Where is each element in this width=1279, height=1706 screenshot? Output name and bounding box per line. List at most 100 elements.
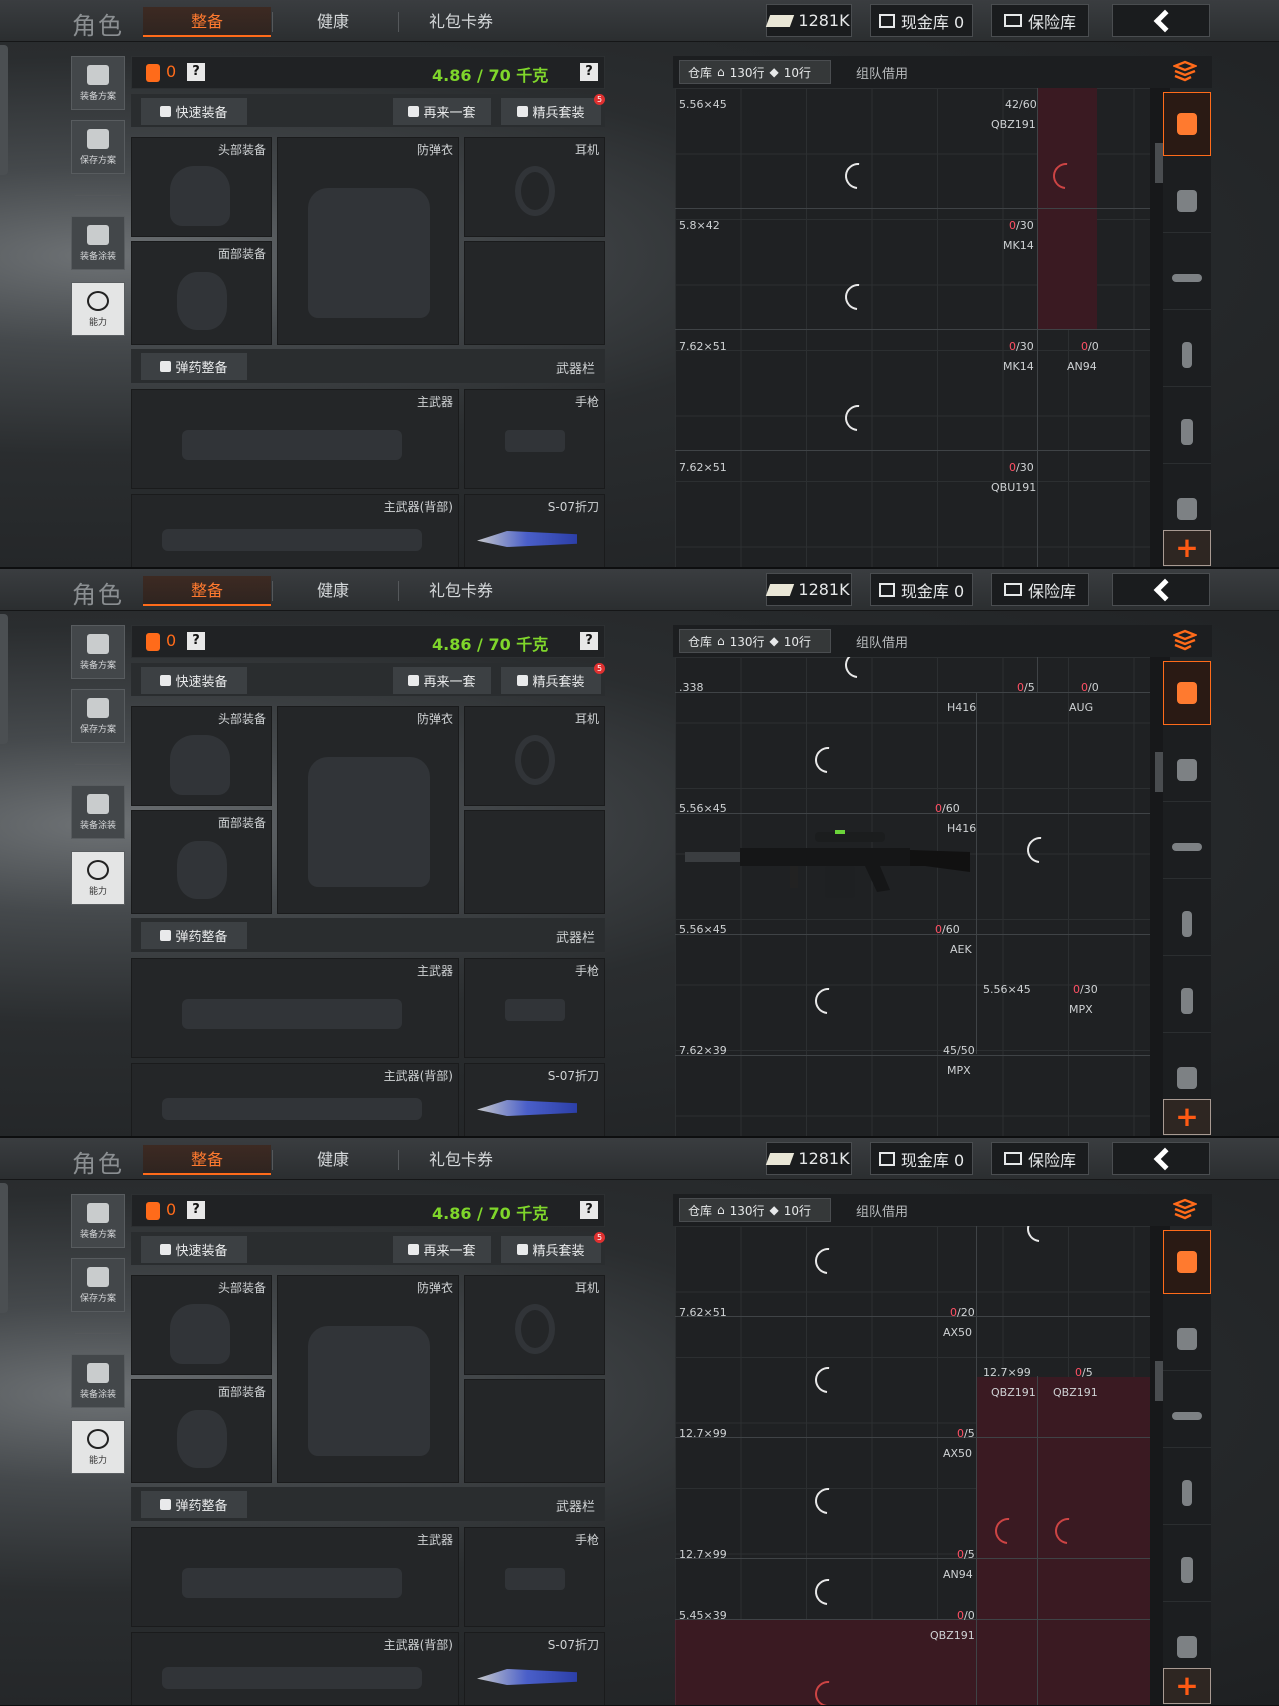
save-plan-button[interactable]: 保存方案 [71, 1258, 125, 1312]
category-ammo[interactable] [1163, 1538, 1211, 1602]
tab-health[interactable]: 健康 [269, 7, 397, 37]
currency-button[interactable]: 1281K [766, 573, 852, 606]
category-rifle[interactable] [1163, 246, 1211, 310]
category-rifle[interactable] [1163, 1384, 1211, 1448]
left-edge-handle[interactable] [0, 614, 8, 744]
category-rifle[interactable] [1163, 815, 1211, 879]
equip-again-button[interactable]: 再来一套 [393, 1236, 491, 1263]
headset-slot[interactable]: 耳机 [464, 1275, 605, 1375]
weight-help-icon[interactable]: ? [580, 632, 598, 650]
category-magazine[interactable] [1163, 892, 1211, 956]
loadout-plan-button[interactable]: 装备方案 [71, 625, 125, 679]
back-button[interactable] [1112, 1142, 1210, 1175]
ability-button[interactable]: 能力 [71, 851, 125, 905]
category-ammo[interactable] [1163, 400, 1211, 464]
back-button[interactable] [1112, 573, 1210, 606]
primary-weapon-slot[interactable]: 主武器 [131, 389, 459, 489]
category-all[interactable] [1163, 661, 1211, 725]
quick-equip-button[interactable]: 快速装备 [141, 667, 247, 694]
armor-slot[interactable]: 防弹衣 [277, 137, 459, 345]
knife-slot[interactable]: S-07折刀 [464, 494, 605, 569]
cash-vault-button[interactable]: 现金库 0 [870, 1142, 973, 1175]
safe-vault-button[interactable]: 保险库 [991, 4, 1089, 37]
help-icon[interactable]: ? [187, 1201, 205, 1219]
category-helmet[interactable] [1163, 1307, 1211, 1371]
weight-help-icon[interactable]: ? [580, 63, 598, 81]
left-edge-handle[interactable] [0, 1183, 8, 1313]
back-button[interactable] [1112, 4, 1210, 37]
pistol-slot[interactable]: 手枪 [464, 389, 605, 489]
ammo-prep-button[interactable]: 弹药整备 [141, 922, 247, 949]
category-helmet[interactable] [1163, 738, 1211, 802]
ammo-prep-button[interactable]: 弹药整备 [141, 353, 247, 380]
loadout-plan-button[interactable]: 装备方案 [71, 1194, 125, 1248]
back-weapon-slot[interactable]: 主武器(背部) [131, 494, 459, 569]
head-slot[interactable]: 头部装备 [131, 706, 272, 806]
pistol-slot[interactable]: 手枪 [464, 1527, 605, 1627]
primary-weapon-slot[interactable]: 主武器 [131, 958, 459, 1058]
help-icon[interactable]: ? [187, 63, 205, 81]
face-slot[interactable]: 面部装备 [131, 1379, 272, 1483]
knife-slot[interactable]: S-07折刀 [464, 1632, 605, 1706]
category-magazine[interactable] [1163, 1461, 1211, 1525]
ability-button[interactable]: 能力 [71, 282, 125, 336]
safe-vault-button[interactable]: 保险库 [991, 1142, 1089, 1175]
headset-slot[interactable]: 耳机 [464, 706, 605, 806]
weight-help-icon[interactable]: ? [580, 1201, 598, 1219]
stack-icon[interactable] [1173, 60, 1197, 82]
elite-kit-button[interactable]: 精兵套装 5 [501, 1232, 605, 1263]
armor-slot[interactable]: 防弹衣 [277, 1275, 459, 1483]
face-slot[interactable]: 面部装备 [131, 241, 272, 345]
team-borrow-tab[interactable]: 组队借用 [856, 632, 908, 651]
tab-loadout[interactable]: 整备 [143, 576, 271, 606]
add-button[interactable]: + [1163, 1668, 1211, 1704]
skin-button[interactable]: 装备涂装 [71, 1354, 125, 1408]
rifle-image[interactable] [685, 822, 975, 902]
pistol-slot[interactable]: 手枪 [464, 958, 605, 1058]
save-plan-button[interactable]: 保存方案 [71, 120, 125, 174]
loadout-plan-button[interactable]: 装备方案 [71, 56, 125, 110]
cash-vault-button[interactable]: 现金库 0 [870, 573, 973, 606]
warehouse-tab[interactable]: 仓库 ⌂ 130行 ◆ 10行 [679, 629, 831, 653]
tab-health[interactable]: 健康 [269, 1145, 397, 1175]
team-borrow-tab[interactable]: 组队借用 [856, 63, 908, 82]
category-ammo[interactable] [1163, 969, 1211, 1033]
category-all[interactable] [1163, 1230, 1211, 1294]
skin-button[interactable]: 装备涂装 [71, 216, 125, 270]
back-weapon-slot[interactable]: 主武器(背部) [131, 1632, 459, 1706]
inventory-grid[interactable]: 7.62×51 0/20 AX50 12.7×99 0/5 QBZ191 QBZ191 12.… [675, 1226, 1150, 1706]
tab-health[interactable]: 健康 [269, 576, 397, 606]
inventory-grid[interactable]: 5.56×45 42/60 QBZ191 5.8×42 0/30 MK14 7.62×51 0… [675, 88, 1150, 569]
empty-slot[interactable] [464, 241, 605, 345]
back-weapon-slot[interactable]: 主武器(背部) [131, 1063, 459, 1138]
safe-vault-button[interactable]: 保险库 [991, 573, 1089, 606]
face-slot[interactable]: 面部装备 [131, 810, 272, 914]
equip-again-button[interactable]: 再来一套 [393, 98, 491, 125]
headset-slot[interactable]: 耳机 [464, 137, 605, 237]
stack-icon[interactable] [1173, 1198, 1197, 1220]
primary-weapon-slot[interactable]: 主武器 [131, 1527, 459, 1627]
cash-vault-button[interactable]: 现金库 0 [870, 4, 973, 37]
stack-icon[interactable] [1173, 629, 1197, 651]
currency-button[interactable]: 1281K [766, 4, 852, 37]
inventory-grid[interactable]: .338 0/5 0/0 H416 AUG 5.56×45 0/60 H416 5.56×45 0… [675, 657, 1150, 1138]
ability-button[interactable]: 能力 [71, 1420, 125, 1474]
ammo-prep-button[interactable]: 弹药整备 [141, 1491, 247, 1518]
tab-gift-cards[interactable]: 礼包卡券 [397, 1145, 525, 1175]
skin-button[interactable]: 装备涂装 [71, 785, 125, 839]
team-borrow-tab[interactable]: 组队借用 [856, 1201, 908, 1220]
category-helmet[interactable] [1163, 169, 1211, 233]
help-icon[interactable]: ? [187, 632, 205, 650]
quick-equip-button[interactable]: 快速装备 [141, 98, 247, 125]
head-slot[interactable]: 头部装备 [131, 137, 272, 237]
add-button[interactable]: + [1163, 530, 1211, 566]
quick-equip-button[interactable]: 快速装备 [141, 1236, 247, 1263]
empty-slot[interactable] [464, 810, 605, 914]
tab-loadout[interactable]: 整备 [143, 1145, 271, 1175]
currency-button[interactable]: 1281K [766, 1142, 852, 1175]
armor-slot[interactable]: 防弹衣 [277, 706, 459, 914]
category-all[interactable] [1163, 92, 1211, 156]
equip-again-button[interactable]: 再来一套 [393, 667, 491, 694]
tab-loadout[interactable]: 整备 [143, 7, 271, 37]
warehouse-tab[interactable]: 仓库 ⌂ 130行 ◆ 10行 [679, 60, 831, 84]
